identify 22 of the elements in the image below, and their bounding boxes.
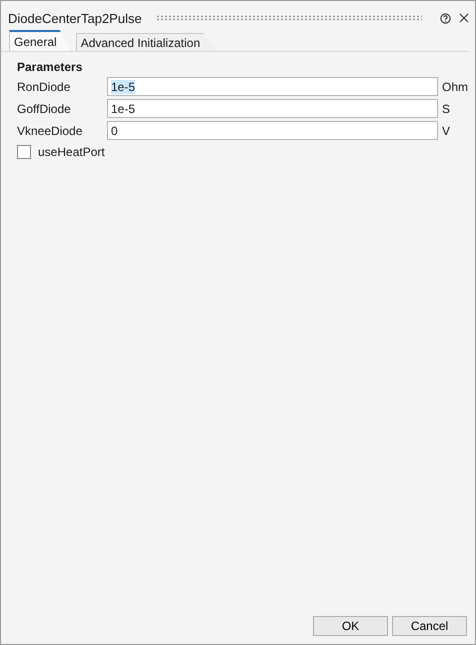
unit-label: V — [442, 124, 452, 138]
unit-label: S — [442, 102, 452, 116]
dialog-button[interactable]: Cancel — [392, 616, 467, 636]
tab[interactable]: Advanced Initialization — [76, 33, 216, 51]
parameter-label: RonDiode — [17, 80, 72, 94]
input-field[interactable]: 0 — [107, 121, 438, 140]
close-icon[interactable] — [459, 13, 469, 23]
checkbox[interactable] — [17, 145, 31, 159]
field-value: 1e-5 — [111, 102, 136, 116]
help-icon[interactable] — [440, 12, 451, 24]
parameter-label: VkneeDiode — [17, 124, 84, 138]
input-field[interactable]: 1e-5 — [107, 99, 438, 118]
dialog-button[interactable]: OK — [313, 616, 388, 636]
window-title: DiodeCenterTap2Pulse — [8, 10, 142, 26]
parameter-label: GoffDiode — [17, 102, 72, 116]
input-field[interactable]: 1e-5 — [107, 77, 438, 96]
tab[interactable]: General — [9, 30, 72, 51]
field-value: 0 — [111, 124, 118, 138]
section-title: Parameters — [17, 60, 84, 74]
field-value: 1e-5 — [111, 80, 136, 94]
unit-label: Ohm — [442, 80, 468, 94]
checkbox-label: useHeatPort — [38, 145, 105, 159]
